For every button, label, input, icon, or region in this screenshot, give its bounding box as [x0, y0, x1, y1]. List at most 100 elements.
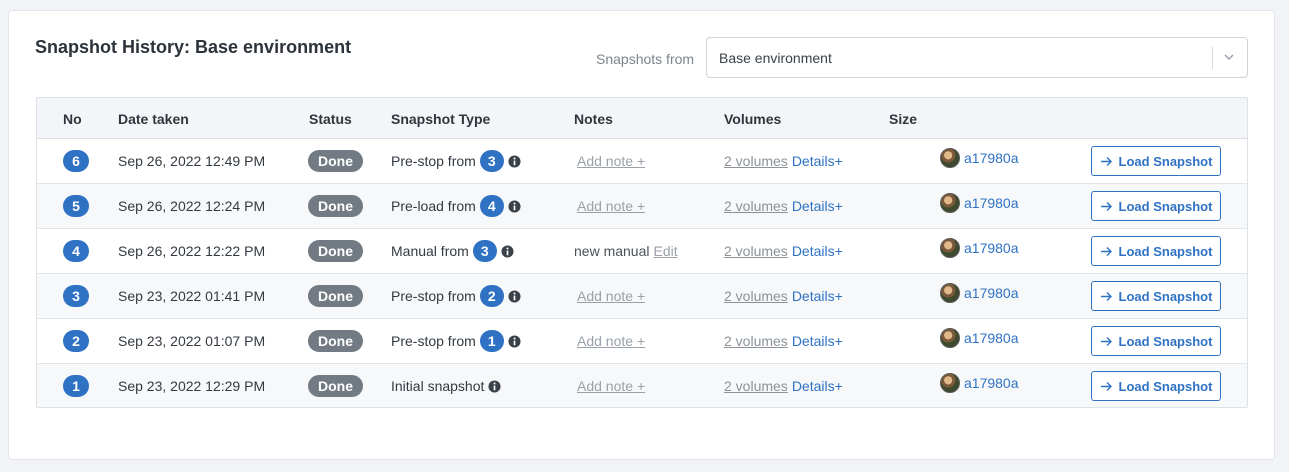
- user-avatar: [940, 283, 960, 303]
- details-link[interactable]: Details+: [792, 288, 843, 304]
- source-snapshot-badge[interactable]: 2: [479, 285, 504, 307]
- details-link[interactable]: Details+: [792, 198, 843, 214]
- note-content[interactable]: Add note +: [577, 153, 645, 169]
- volumes-link[interactable]: 2 volumes: [724, 243, 788, 259]
- snapshot-type-text: Pre-stop from: [391, 153, 476, 169]
- info-icon[interactable]: [508, 199, 521, 213]
- info-icon[interactable]: [508, 334, 521, 348]
- note-content[interactable]: Add note +: [577, 378, 645, 394]
- arrow-right-icon: [1100, 381, 1112, 391]
- user-link[interactable]: a17980a: [964, 195, 1019, 211]
- table-row: 4 Sep 26, 2022 12:22 PM Done Manual from…: [37, 229, 1247, 274]
- chevron-down-icon[interactable]: [1222, 50, 1236, 64]
- snapshot-type-text: Manual from: [391, 243, 469, 259]
- status-cell: Done: [308, 139, 363, 183]
- snapshot-number-badge: 2: [63, 330, 89, 352]
- snapshot-type-text: Pre-load from: [391, 198, 476, 214]
- snapshot-number-badge: 6: [63, 150, 89, 172]
- details-link[interactable]: Details+: [792, 333, 843, 349]
- volumes-cell: 2 volumes Details+: [724, 274, 843, 318]
- source-snapshot-badge[interactable]: 1: [479, 330, 504, 352]
- status-cell: Done: [308, 229, 363, 273]
- source-snapshot-badge[interactable]: 3: [479, 150, 504, 172]
- size-cell: a17980a: [940, 274, 1019, 318]
- details-link[interactable]: Details+: [792, 378, 843, 394]
- volumes-link[interactable]: 2 volumes: [724, 333, 788, 349]
- snapshot-type-text: Pre-stop from: [391, 288, 476, 304]
- status-badge: Done: [308, 285, 363, 307]
- note-content[interactable]: Add note +: [577, 198, 645, 214]
- source-snapshot-badge[interactable]: 4: [479, 195, 504, 217]
- type-cell: Pre-stop from 1: [391, 319, 521, 363]
- load-snapshot-button[interactable]: Load Snapshot: [1091, 191, 1221, 221]
- edit-note-link[interactable]: Edit: [654, 243, 678, 259]
- user-link[interactable]: a17980a: [964, 285, 1019, 301]
- arrow-right-icon: [1100, 246, 1112, 256]
- info-icon[interactable]: [488, 379, 501, 393]
- snapshot-number-badge: 4: [63, 240, 89, 262]
- volumes-cell: 2 volumes Details+: [724, 319, 843, 363]
- details-link[interactable]: Details+: [792, 153, 843, 169]
- load-snapshot-button[interactable]: Load Snapshot: [1091, 236, 1221, 266]
- user-link[interactable]: a17980a: [964, 375, 1019, 391]
- snapshot-history-card: Snapshot History: Base environment Snaps…: [8, 10, 1275, 460]
- volumes-link[interactable]: 2 volumes: [724, 153, 788, 169]
- details-link[interactable]: Details+: [792, 243, 843, 259]
- status-badge: Done: [308, 150, 363, 172]
- load-snapshot-button[interactable]: Load Snapshot: [1091, 281, 1221, 311]
- status-badge: Done: [308, 240, 363, 262]
- type-cell: Initial snapshot: [391, 364, 501, 407]
- snapshots-from-select[interactable]: Base environment: [706, 37, 1248, 78]
- column-header-date: Date taken: [118, 111, 189, 127]
- info-icon[interactable]: [508, 154, 521, 168]
- notes-cell: Add note +: [574, 184, 645, 228]
- user-link[interactable]: a17980a: [964, 330, 1019, 346]
- table-row: 3 Sep 23, 2022 01:41 PM Done Pre-stop fr…: [37, 274, 1247, 319]
- no-cell: 1: [63, 364, 89, 407]
- volumes-link[interactable]: 2 volumes: [724, 288, 788, 304]
- table-row: 5 Sep 26, 2022 12:24 PM Done Pre-load fr…: [37, 184, 1247, 229]
- table-row: 6 Sep 26, 2022 12:49 PM Done Pre-stop fr…: [37, 139, 1247, 184]
- user-link[interactable]: a17980a: [964, 150, 1019, 166]
- column-header-volumes: Volumes: [724, 111, 782, 127]
- select-divider: [1212, 47, 1213, 69]
- load-snapshot-label: Load Snapshot: [1118, 378, 1213, 394]
- type-cell: Pre-load from 4: [391, 184, 521, 228]
- status-cell: Done: [308, 184, 363, 228]
- snapshot-table: No Date taken Status Snapshot Type Notes…: [36, 97, 1248, 408]
- info-icon[interactable]: [501, 244, 514, 258]
- note-content[interactable]: Add note +: [577, 333, 645, 349]
- snapshot-type-text: Initial snapshot: [391, 378, 485, 394]
- no-cell: 4: [63, 229, 89, 273]
- volumes-link[interactable]: 2 volumes: [724, 378, 788, 394]
- load-snapshot-button[interactable]: Load Snapshot: [1091, 146, 1221, 176]
- source-snapshot-badge[interactable]: 3: [472, 240, 497, 262]
- note-content[interactable]: Add note +: [577, 288, 645, 304]
- user-link[interactable]: a17980a: [964, 240, 1019, 256]
- no-cell: 3: [63, 274, 89, 318]
- table-body: 6 Sep 26, 2022 12:49 PM Done Pre-stop fr…: [37, 139, 1247, 407]
- volumes-link[interactable]: 2 volumes: [724, 198, 788, 214]
- arrow-right-icon: [1100, 336, 1112, 346]
- size-cell: a17980a: [940, 139, 1019, 183]
- user-avatar: [940, 373, 960, 393]
- no-cell: 6: [63, 139, 89, 183]
- size-cell: a17980a: [940, 364, 1019, 407]
- status-badge: Done: [308, 375, 363, 397]
- table-row: 2 Sep 23, 2022 01:07 PM Done Pre-stop fr…: [37, 319, 1247, 364]
- load-snapshot-button[interactable]: Load Snapshot: [1091, 326, 1221, 356]
- load-snapshot-label: Load Snapshot: [1118, 198, 1213, 214]
- page-title: Snapshot History: Base environment: [35, 37, 352, 57]
- notes-cell: new manual Edit: [574, 229, 678, 273]
- volumes-cell: 2 volumes Details+: [724, 139, 843, 183]
- no-cell: 2: [63, 319, 89, 363]
- load-snapshot-button[interactable]: Load Snapshot: [1091, 371, 1221, 401]
- select-value: Base environment: [719, 50, 832, 66]
- date-cell: Sep 23, 2022 01:07 PM: [118, 333, 266, 349]
- action-cell: Load Snapshot: [1091, 274, 1221, 318]
- notes-cell: Add note +: [574, 274, 645, 318]
- info-icon[interactable]: [508, 289, 521, 303]
- table-row: 1 Sep 23, 2022 12:29 PM Done Initial sna…: [37, 364, 1247, 407]
- status-cell: Done: [308, 364, 363, 407]
- column-header-size: Size: [889, 111, 918, 127]
